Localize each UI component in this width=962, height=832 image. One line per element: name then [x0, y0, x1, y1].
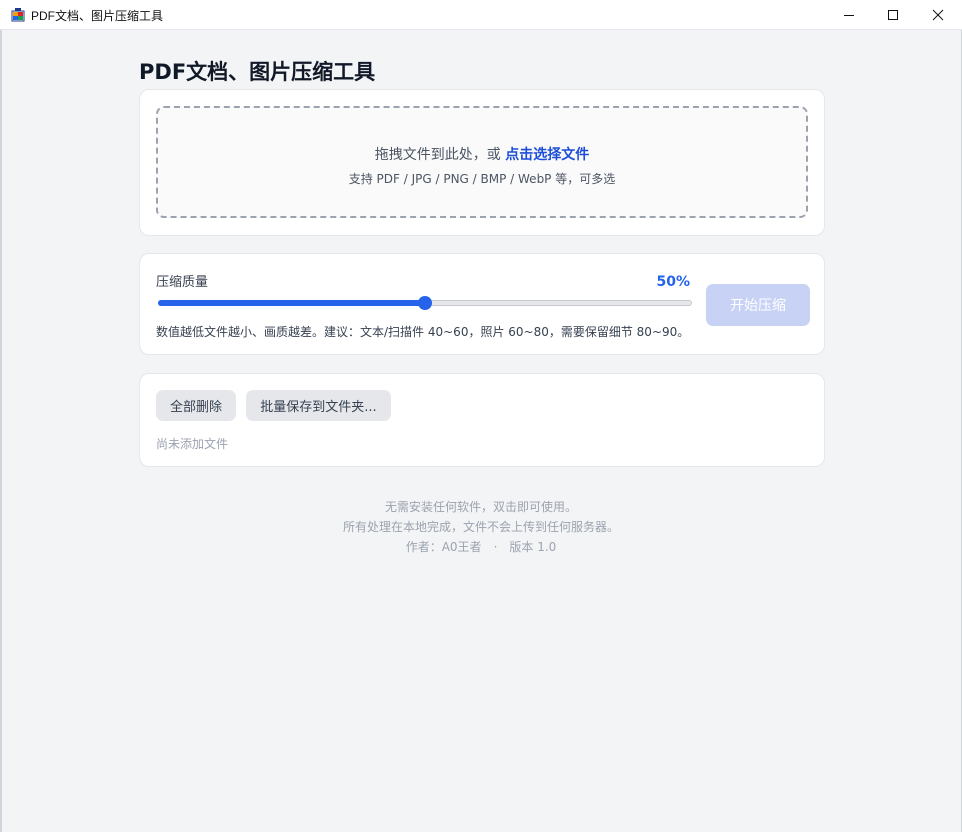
start-compress-button[interactable]: 开始压缩 — [706, 284, 810, 326]
quality-card: 压缩质量 50% 数值越低文件越小、画质越差。建议：文本/扫描件 40~60，照… — [139, 253, 825, 355]
batch-save-button[interactable]: 批量保存到文件夹... — [246, 390, 391, 421]
file-dropzone[interactable]: 拖拽文件到此处，或 点击选择文件 支持 PDF / JPG / PNG / BM… — [156, 106, 808, 218]
footer-line-1: 无需安装任何软件，双击即可使用。 — [384, 500, 577, 514]
close-button[interactable] — [915, 0, 961, 30]
footer-version: 版本 1.0 — [509, 540, 557, 554]
close-icon — [932, 9, 944, 21]
quality-label: 压缩质量 — [156, 275, 209, 290]
maximize-icon — [888, 10, 898, 20]
select-file-link[interactable]: 点击选择文件 — [505, 147, 589, 163]
minimize-icon — [844, 15, 854, 16]
maximize-button[interactable] — [870, 0, 916, 30]
quality-slider[interactable] — [158, 296, 692, 310]
upload-card: 拖拽文件到此处，或 点击选择文件 支持 PDF / JPG / PNG / BM… — [139, 89, 825, 236]
page-title: PDF文档、图片压缩工具 — [139, 60, 376, 84]
footer-line-2: 所有处理在本地完成，文件不会上传到任何服务器。 — [342, 520, 619, 534]
minimize-button[interactable] — [826, 0, 872, 30]
footer-credits: 作者：A0王者 · 版本 1.0 — [0, 538, 962, 555]
supported-formats: 支持 PDF / JPG / PNG / BMP / WebP 等，可多选 — [348, 172, 616, 186]
slider-fill — [158, 300, 425, 306]
slider-thumb[interactable] — [418, 296, 432, 310]
footer-author: 作者：A0王者 — [405, 540, 482, 554]
delete-all-button[interactable]: 全部删除 — [156, 390, 236, 421]
quality-value: 50% — [656, 274, 690, 290]
dropzone-prompt-text: 拖拽文件到此处，或 — [374, 147, 506, 163]
app-icon — [11, 8, 25, 22]
window-left-border — [0, 30, 2, 832]
file-list-card: 全部删除 批量保存到文件夹... 尚未添加文件 — [139, 373, 825, 467]
window-titlebar: PDF文档、图片压缩工具 — [0, 0, 962, 30]
footer-separator: · — [493, 540, 498, 554]
window-title: PDF文档、图片压缩工具 — [31, 9, 164, 23]
quality-hint: 数值越低文件越小、画质越差。建议：文本/扫描件 40~60，照片 60~80，需… — [156, 325, 690, 339]
empty-file-list-text: 尚未添加文件 — [156, 437, 229, 451]
dropzone-prompt: 拖拽文件到此处，或 点击选择文件 — [158, 144, 806, 164]
